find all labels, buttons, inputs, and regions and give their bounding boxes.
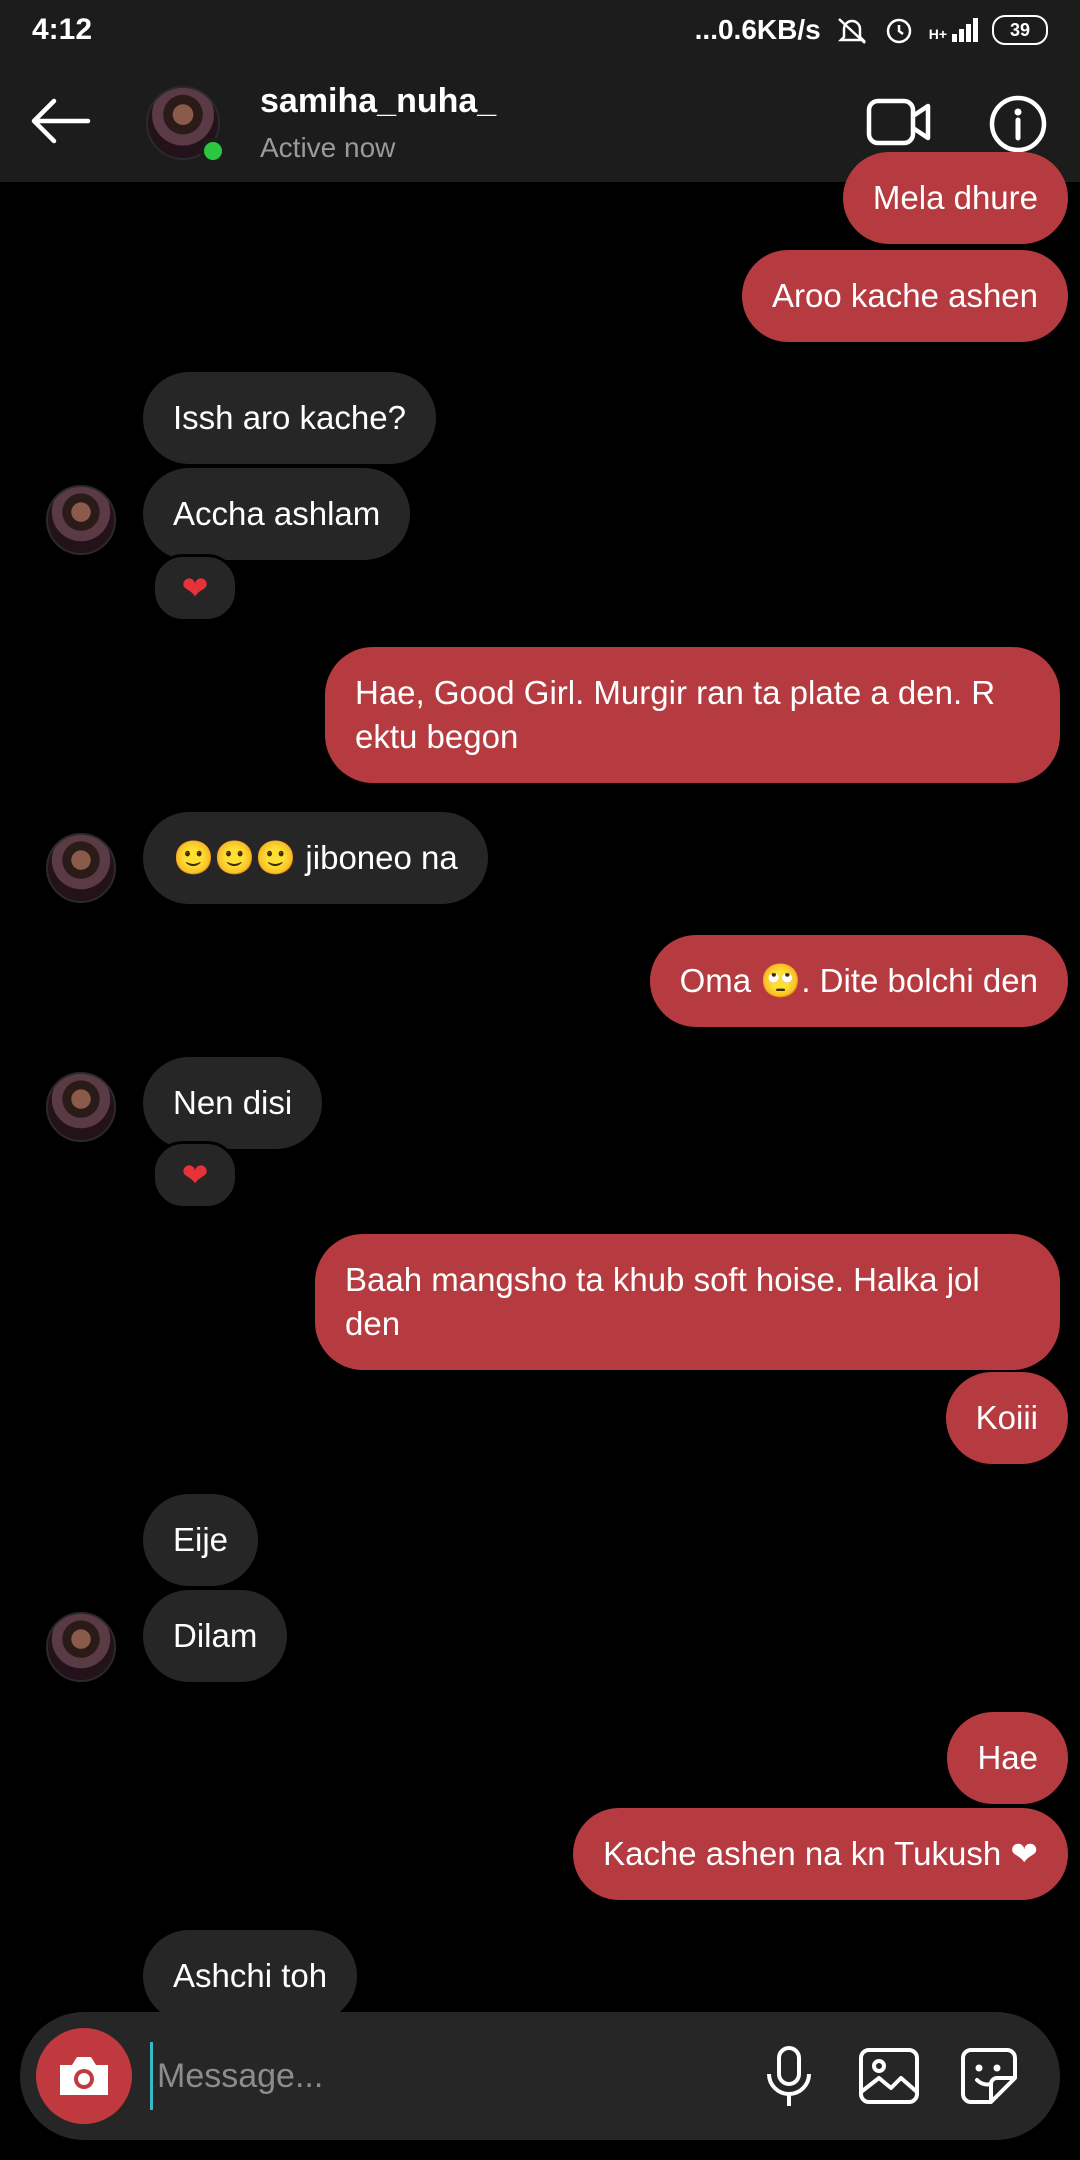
network-speed: ...0.6KB/s — [694, 14, 821, 45]
contact-username[interactable]: samiha_nuha_ — [260, 82, 496, 121]
status-bar: 4:12 ...0.6KB/s H+ 39 — [0, 0, 1080, 60]
camera-button[interactable] — [36, 2028, 132, 2124]
message-received[interactable]: Nen disi — [143, 1057, 323, 1149]
message-received[interactable]: 🙂🙂🙂 jiboneo na — [143, 812, 488, 904]
sender-avatar[interactable] — [46, 833, 116, 903]
sender-avatar[interactable] — [46, 1072, 116, 1142]
message-received[interactable]: Issh aro kache? — [143, 372, 436, 464]
message-sent[interactable]: Hae, Good Girl. Murgir ran ta plate a de… — [325, 647, 1060, 783]
status-icons: ...0.6KB/s H+ 39 — [695, 14, 1048, 46]
message-received[interactable]: Ashchi toh — [143, 1930, 358, 2022]
active-status: Active now — [260, 132, 396, 163]
back-arrow-icon[interactable] — [28, 96, 92, 146]
heart-reaction[interactable]: ❤ — [152, 554, 238, 622]
message-received[interactable]: Dilam — [143, 1590, 288, 1682]
profile-avatar[interactable] — [146, 86, 226, 164]
heart-reaction[interactable]: ❤ — [152, 1141, 238, 1209]
info-icon[interactable] — [988, 94, 1048, 154]
message-received[interactable]: Accha ashlam — [143, 468, 411, 560]
message-sent[interactable]: Aroo kache ashen — [741, 250, 1068, 342]
alarm-icon — [886, 18, 911, 44]
gallery-icon[interactable] — [855, 2042, 923, 2110]
message-composer — [20, 2012, 1060, 2140]
camera-icon — [60, 2057, 108, 2095]
battery-indicator: 39 — [992, 15, 1048, 45]
message-input[interactable] — [150, 2042, 710, 2110]
message-sent[interactable]: Kache ashen na kn Tukush ❤ — [573, 1808, 1068, 1900]
message-sent[interactable]: Baah mangsho ta khub soft hoise. Halka j… — [315, 1234, 1060, 1370]
sticker-icon[interactable] — [955, 2042, 1023, 2110]
sender-avatar[interactable] — [46, 485, 116, 555]
online-indicator — [200, 138, 226, 164]
mute-icon — [837, 18, 866, 44]
sender-avatar[interactable] — [46, 1612, 116, 1682]
message-received[interactable]: Eije — [143, 1494, 259, 1586]
message-sent[interactable]: Oma 🙄. Dite bolchi den — [649, 935, 1068, 1027]
message-sent[interactable]: Hae — [947, 1712, 1068, 1804]
video-call-icon[interactable] — [866, 96, 932, 148]
microphone-icon[interactable] — [755, 2042, 823, 2110]
network-type: H+ — [928, 26, 947, 42]
status-time: 4:12 — [32, 13, 93, 46]
signal-indicator: H+ — [929, 18, 978, 42]
message-sent[interactable]: Koiii — [945, 1372, 1068, 1464]
message-sent[interactable]: Mela dhure — [842, 152, 1068, 244]
